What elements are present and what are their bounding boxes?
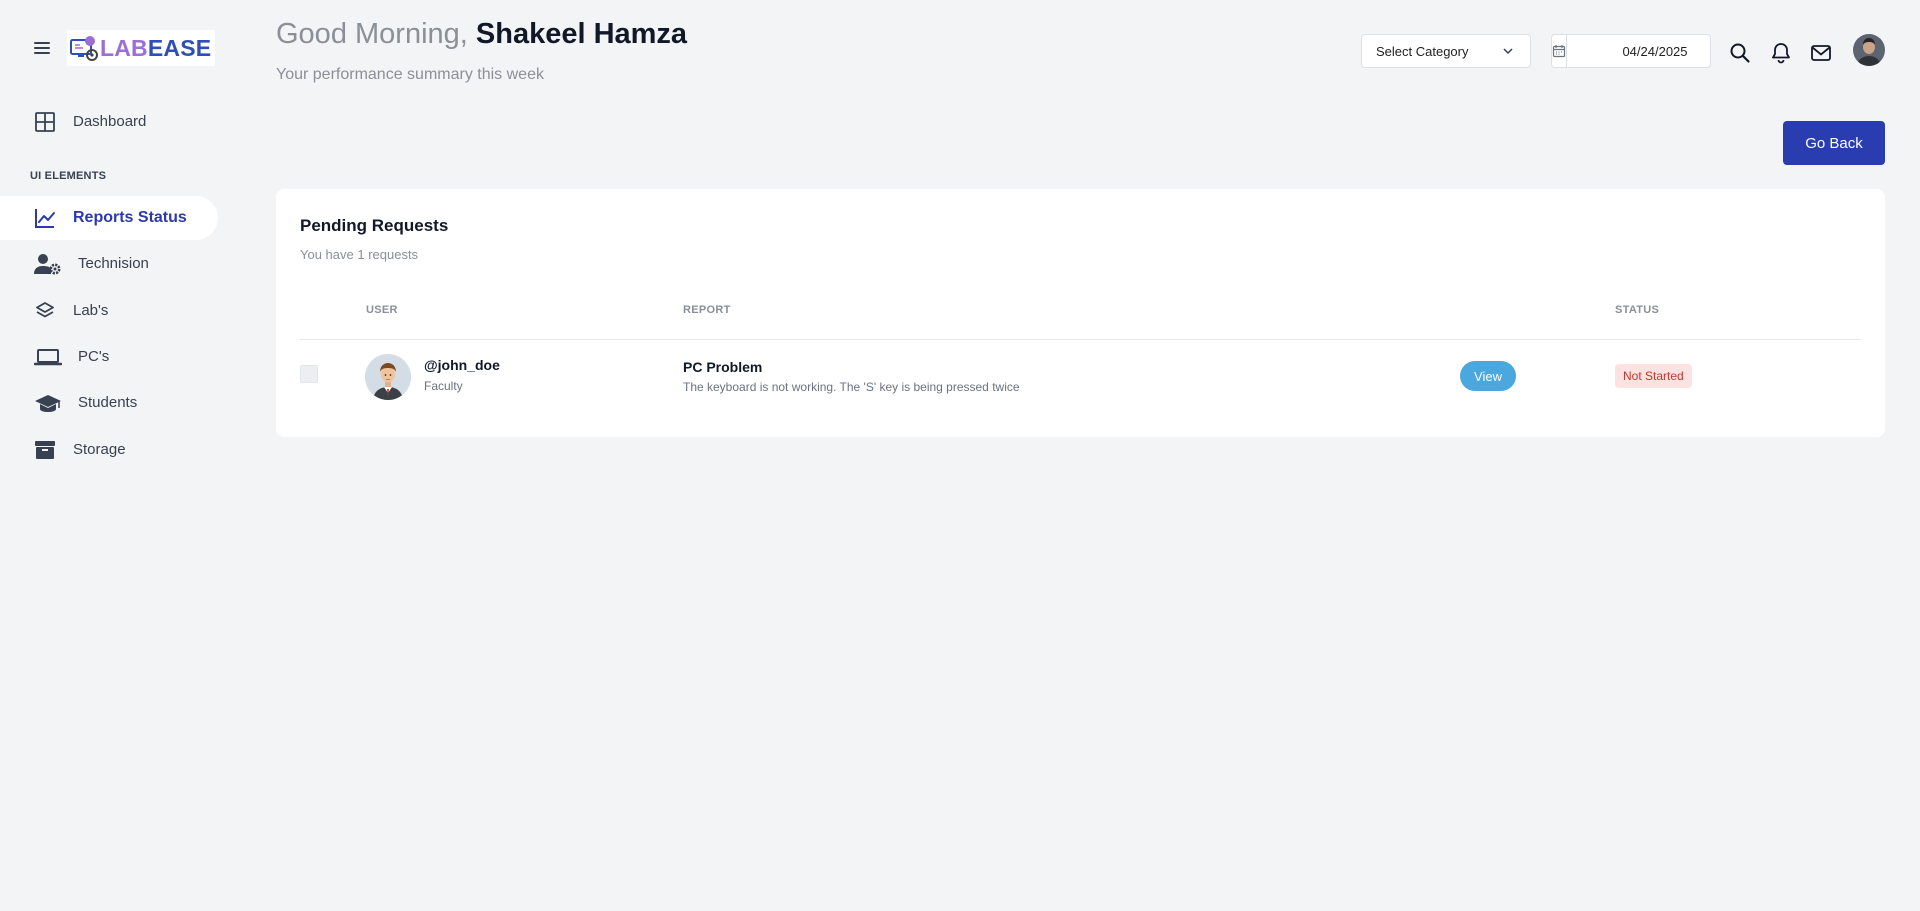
date-picker[interactable]: [1551, 34, 1743, 68]
logo-text: LAB EASE: [100, 35, 211, 62]
laptop-icon: [34, 349, 62, 366]
user-name: Shakeel Hamza: [475, 18, 688, 50]
sidebar-item-label: Storage: [73, 441, 126, 458]
sidebar-item-label: Lab's: [73, 302, 109, 319]
sidebar-item-storage[interactable]: Storage: [0, 428, 218, 472]
sidebar-item-labs[interactable]: Lab's: [0, 289, 218, 333]
user-avatar: [365, 354, 411, 400]
mail-icon[interactable]: [1810, 42, 1832, 64]
sidebar-item-reports-status[interactable]: Reports Status: [0, 196, 218, 240]
sidebar-item-label: Students: [78, 394, 138, 411]
sidebar-item-label: Reports Status: [73, 209, 187, 226]
sidebar-item-dashboard[interactable]: Dashboard: [0, 100, 218, 144]
sidebar-item-pcs[interactable]: PC's: [0, 335, 218, 379]
category-select[interactable]: Select Category: [1361, 34, 1531, 68]
sidebar-item-label: PC's: [78, 348, 110, 365]
go-back-button[interactable]: Go Back: [1783, 121, 1885, 165]
user-handle: @john_doe: [424, 357, 500, 373]
grid-icon: [35, 112, 55, 132]
column-header-status: STATUS: [1615, 304, 1660, 316]
card-title: Pending Requests: [300, 216, 449, 235]
sidebar-item-technision[interactable]: Technision: [0, 242, 218, 286]
user-gear-icon: [34, 254, 61, 275]
pending-requests-card: Pending Requests You have 1 requests USE…: [276, 189, 1885, 437]
logo-mark-icon: [70, 36, 98, 61]
chevron-down-icon: [1503, 48, 1513, 55]
calendar-icon[interactable]: [1552, 35, 1567, 67]
user-avatar-image: [365, 354, 411, 400]
report-title: PC Problem: [683, 359, 763, 375]
greeting-text: Good Morning,: [276, 18, 468, 50]
profile-avatar[interactable]: [1853, 34, 1885, 66]
date-input[interactable]: [1567, 43, 1743, 59]
sidebar-item-students[interactable]: Students: [0, 381, 218, 425]
row-checkbox[interactable]: [300, 365, 318, 383]
brand: LAB EASE: [34, 30, 216, 66]
status-badge: Not Started: [1615, 364, 1692, 388]
table-row: @john_doe Faculty PC Problem The keyboar…: [300, 340, 1861, 414]
archive-box-icon: [35, 441, 55, 459]
logo-text-ease: EASE: [147, 34, 212, 61]
page-subtitle: Your performance summary this week: [276, 66, 544, 83]
column-header-user: USER: [366, 304, 398, 316]
hamburger-menu-icon[interactable]: [34, 41, 50, 55]
card-subtitle: You have 1 requests: [300, 247, 419, 262]
layers-icon: [36, 302, 54, 318]
labease-logo[interactable]: LAB EASE: [67, 30, 216, 66]
bell-icon[interactable]: [1770, 42, 1792, 64]
greeting: Good Morning, Shakeel Hamza: [276, 18, 687, 51]
sidebar: LAB EASE Dashboard UI ELEMENTS Reports S…: [0, 0, 220, 911]
graduation-cap-icon: [35, 395, 61, 412]
search-icon[interactable]: [1729, 42, 1751, 64]
profile-avatar-image: [1853, 34, 1885, 66]
sidebar-item-label: Dashboard: [73, 113, 147, 130]
report-description: The keyboard is not working. The 'S' key…: [683, 380, 1020, 394]
line-chart-icon: [35, 209, 55, 228]
user-role: Faculty: [424, 379, 463, 393]
category-select-value: Select Category: [1376, 43, 1469, 59]
sidebar-item-label: Technision: [78, 255, 149, 272]
section-label: UI ELEMENTS: [30, 170, 107, 182]
logo-text-lab: LAB: [100, 34, 148, 61]
column-header-report: REPORT: [683, 304, 731, 316]
view-button[interactable]: View: [1460, 361, 1516, 391]
